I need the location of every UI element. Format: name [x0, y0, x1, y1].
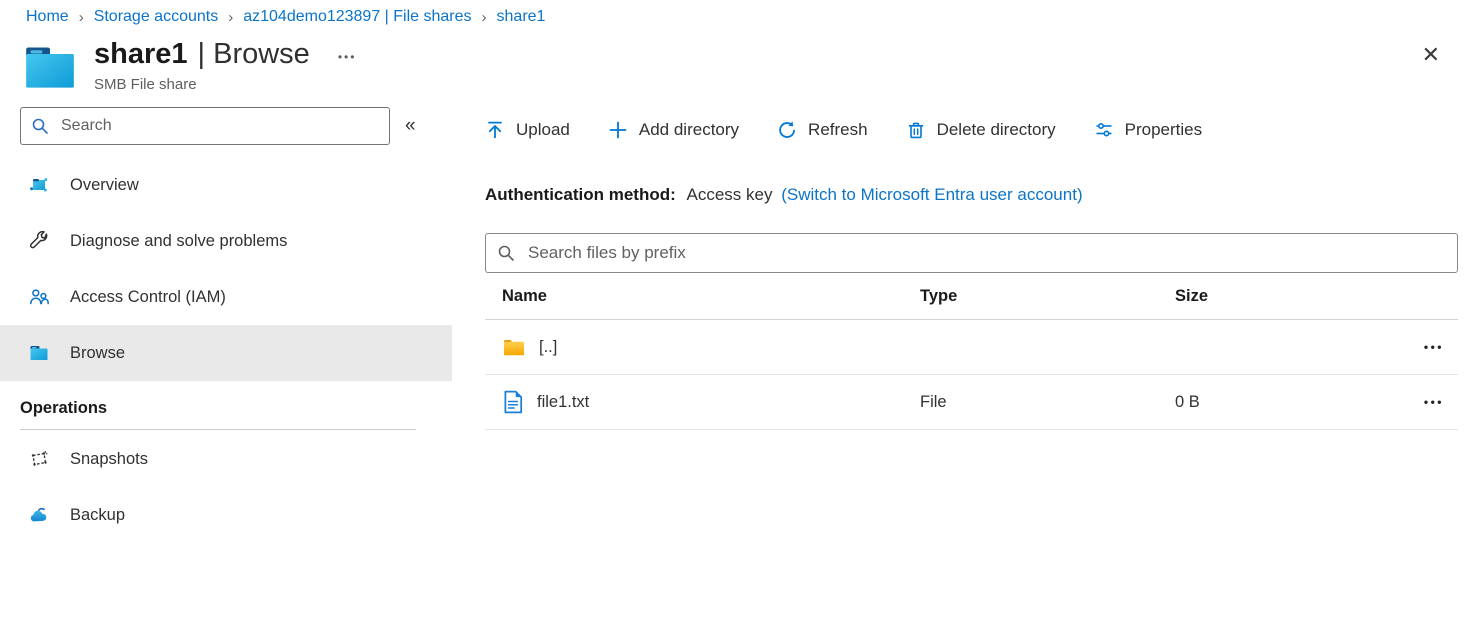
add-directory-button[interactable]: Add directory	[608, 120, 739, 140]
page-header: share1 | Browse ••• SMB File share ✕	[0, 26, 1468, 93]
breadcrumb-storage-accounts[interactable]: Storage accounts	[94, 8, 219, 26]
refresh-icon	[777, 120, 797, 140]
file-search-input[interactable]	[485, 233, 1458, 273]
sidebar-item-browse[interactable]: Browse	[0, 325, 452, 381]
sidebar-item-overview[interactable]: Overview	[0, 157, 452, 213]
sidebar: « Overview Diagnose and s	[0, 107, 452, 543]
sidebar-item-backup[interactable]: Backup	[0, 487, 452, 543]
breadcrumb-separator: ›	[228, 9, 233, 26]
delete-directory-button[interactable]: Delete directory	[906, 120, 1056, 140]
sidebar-item-snapshots[interactable]: Snapshots	[0, 431, 452, 487]
content: « Overview Diagnose and s	[0, 107, 1468, 543]
sliders-icon	[1094, 120, 1114, 140]
page-subtitle: SMB File share	[94, 76, 356, 93]
breadcrumb-separator: ›	[482, 9, 487, 26]
auth-method-line: Authentication method: Access key (Switc…	[485, 185, 1458, 205]
upload-icon	[485, 120, 505, 140]
table-row[interactable]: file1.txt File 0 B •••	[485, 375, 1458, 430]
file-search	[485, 233, 1458, 273]
toolbar-label: Add directory	[639, 120, 739, 140]
row-menu-icon[interactable]: •••	[1410, 340, 1458, 354]
operations-section-title: Operations	[20, 399, 452, 418]
search-icon	[31, 117, 49, 135]
collapse-sidebar-icon[interactable]: «	[405, 115, 416, 137]
people-icon	[29, 287, 49, 307]
plus-icon	[608, 120, 628, 140]
switch-auth-link[interactable]: (Switch to Microsoft Entra user account)	[781, 185, 1082, 204]
file-icon	[502, 390, 524, 414]
row-menu-icon[interactable]: •••	[1410, 395, 1458, 409]
table-row[interactable]: [..] •••	[485, 320, 1458, 375]
breadcrumb-share1[interactable]: share1	[497, 8, 546, 26]
properties-button[interactable]: Properties	[1094, 120, 1202, 140]
sidebar-search-input[interactable]	[20, 107, 390, 145]
file-share-icon	[24, 44, 76, 90]
row-name: file1.txt	[537, 393, 589, 412]
sidebar-item-label: Overview	[70, 176, 139, 195]
backup-cloud-icon	[29, 505, 49, 525]
sidebar-item-label: Access Control (IAM)	[70, 288, 226, 307]
overview-icon	[29, 175, 49, 195]
toolbar-label: Delete directory	[937, 120, 1056, 140]
sidebar-item-diagnose[interactable]: Diagnose and solve problems	[0, 213, 452, 269]
toolbar-label: Upload	[516, 120, 570, 140]
column-header-name[interactable]: Name	[485, 287, 920, 306]
sidebar-nav: Overview Diagnose and solve problems Acc…	[0, 157, 452, 381]
trash-icon	[906, 120, 926, 140]
sidebar-item-label: Browse	[70, 344, 125, 363]
toolbar-label: Refresh	[808, 120, 868, 140]
page-title-suffix: | Browse	[198, 38, 310, 71]
sidebar-item-label: Backup	[70, 506, 125, 525]
folder-icon	[29, 343, 49, 363]
breadcrumb-file-shares[interactable]: az104demo123897 | File shares	[243, 8, 471, 26]
row-name: [..]	[539, 338, 557, 357]
sidebar-item-label: Diagnose and solve problems	[70, 232, 287, 251]
section-divider	[20, 429, 416, 430]
breadcrumb-separator: ›	[79, 9, 84, 26]
auth-method-value: Access key	[687, 185, 773, 204]
main-pane: Upload Add directory Refresh	[452, 107, 1468, 543]
upload-button[interactable]: Upload	[485, 120, 570, 140]
column-header-size[interactable]: Size	[1175, 287, 1410, 306]
column-header-type[interactable]: Type	[920, 287, 1175, 306]
row-type: File	[920, 393, 1175, 412]
sidebar-item-access-control[interactable]: Access Control (IAM)	[0, 269, 452, 325]
folder-yellow-icon	[502, 337, 526, 357]
row-size: 0 B	[1175, 393, 1410, 412]
breadcrumb: Home › Storage accounts › az104demo12389…	[0, 0, 1468, 26]
auth-method-label: Authentication method:	[485, 185, 676, 204]
sidebar-item-label: Snapshots	[70, 450, 148, 469]
search-icon	[497, 244, 515, 262]
table-header: Name Type Size	[485, 273, 1458, 320]
close-icon[interactable]: ✕	[1422, 44, 1440, 66]
wrench-icon	[29, 231, 49, 251]
title-more-icon[interactable]: •••	[338, 50, 357, 64]
toolbar: Upload Add directory Refresh	[485, 107, 1458, 153]
toolbar-label: Properties	[1125, 120, 1202, 140]
page-title: share1	[94, 38, 188, 71]
snapshots-icon	[29, 449, 49, 469]
title-block: share1 | Browse ••• SMB File share	[94, 38, 356, 93]
refresh-button[interactable]: Refresh	[777, 120, 868, 140]
breadcrumb-home[interactable]: Home	[26, 8, 69, 26]
